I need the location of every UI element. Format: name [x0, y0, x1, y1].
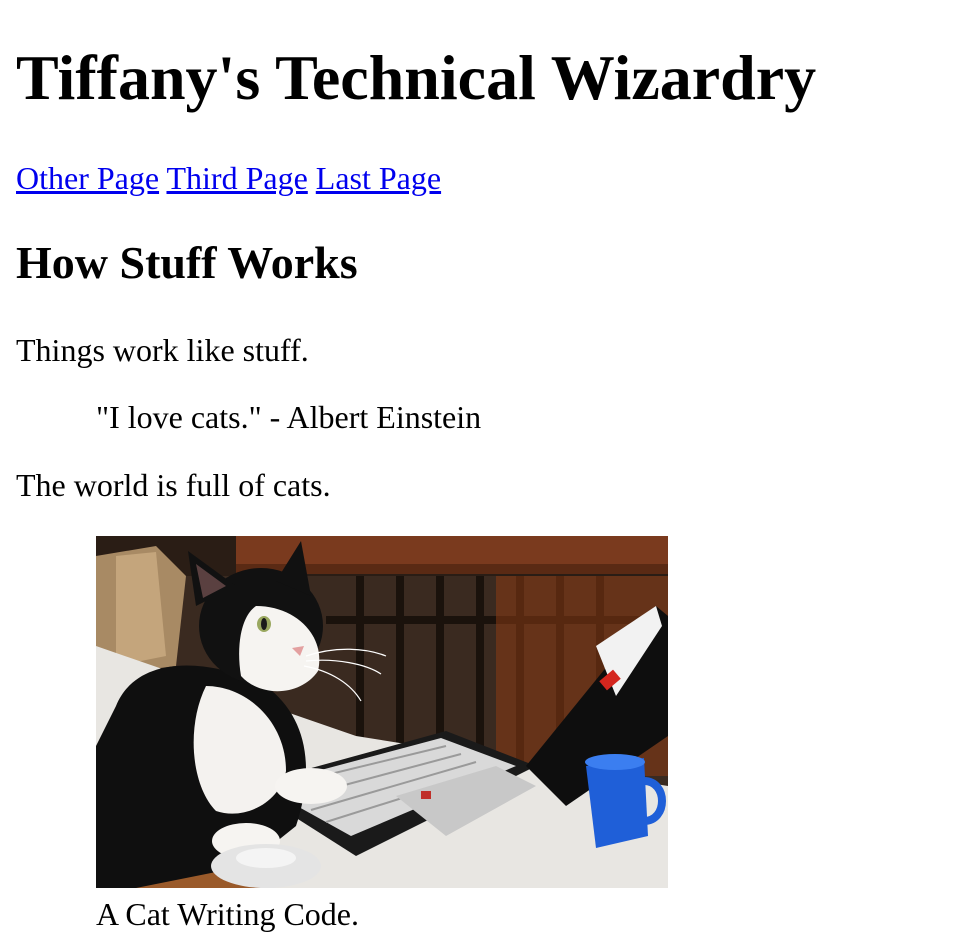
figure-caption: A Cat Writing Code. [96, 896, 359, 932]
nav-link-other-page[interactable]: Other Page [16, 160, 159, 196]
cat-figure: A Cat Writing Code. [96, 536, 668, 932]
nav-links: Other Page Third Page Last Page [16, 160, 441, 196]
nav-link-last-page[interactable]: Last Page [316, 160, 441, 196]
section-heading: How Stuff Works [16, 237, 358, 288]
page-title: Tiffany's Technical Wizardry [16, 42, 817, 113]
paragraph-world-cats: The world is full of cats. [16, 467, 331, 503]
paragraph-things-work: Things work like stuff. [16, 332, 309, 368]
blockquote-einstein: "I love cats." - Albert Einstein [96, 399, 482, 435]
cat-laptop-photo [96, 536, 668, 888]
nav-link-third-page[interactable]: Third Page [166, 160, 307, 196]
